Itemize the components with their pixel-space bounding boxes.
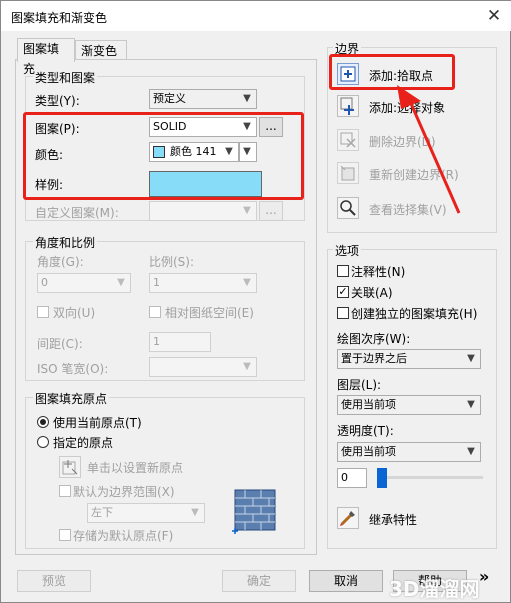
iso-label: ISO 笔宽(O): — [37, 362, 109, 376]
angle-scale-title: 角度和比例 — [33, 234, 98, 251]
angle-dropdown[interactable]: 0 ▼ — [37, 273, 131, 293]
chevron-down-icon: ▼ — [243, 277, 251, 288]
origin-preview-icon — [231, 489, 277, 535]
default-boundary-label: 默认为边界范围(X) — [73, 485, 175, 499]
transparency-value: 使用当前项 — [341, 445, 396, 458]
transparency-dropdown[interactable]: 使用当前项 ▼ — [337, 442, 481, 462]
ok-button[interactable]: 确定 — [222, 570, 296, 592]
chevron-down-icon: ▼ — [191, 507, 199, 518]
inherit-properties-label[interactable]: 继承特性 — [369, 511, 417, 528]
store-default-checkbox[interactable] — [59, 529, 71, 541]
chevron-down-icon: ▼ — [243, 205, 251, 216]
associative-label: 关联(A) — [351, 286, 393, 300]
separate-hatches-checkbox[interactable] — [337, 307, 349, 319]
custom-pattern-dropdown[interactable]: ▼ — [149, 201, 257, 221]
spacing-value: 1 — [153, 335, 160, 348]
iso-dropdown[interactable]: ▼ — [149, 357, 257, 377]
origin-position-value: 左下 — [91, 506, 113, 519]
draw-order-value: 置于边界之后 — [341, 352, 407, 365]
window-title: 图案填充和渐变色 — [11, 11, 108, 25]
tab-gradient[interactable]: 渐变色 — [75, 40, 127, 60]
chevron-down-icon: ▼ — [243, 93, 251, 104]
chevron-down-icon: ▼ — [117, 277, 125, 288]
store-default-label: 存储为默认原点(F) — [73, 529, 174, 543]
origin-title: 图案填充原点 — [33, 390, 110, 407]
transparency-slider-thumb[interactable] — [377, 468, 387, 488]
type-dropdown[interactable]: 预定义 ▼ — [149, 89, 257, 109]
type-pattern-title: 类型和图案 — [33, 69, 98, 86]
transparency-number-input[interactable]: 0 — [337, 468, 367, 488]
recreate-boundary-icon[interactable] — [337, 162, 359, 184]
options-title: 选项 — [333, 242, 362, 259]
highlight-box — [23, 112, 304, 200]
draw-order-dropdown[interactable]: 置于边界之后 ▼ — [337, 349, 481, 369]
double-label: 双向(U) — [53, 306, 96, 320]
draw-order-label: 绘图次序(W): — [337, 332, 411, 346]
transparency-slider-track — [377, 476, 483, 479]
layer-label: 图层(L): — [337, 378, 382, 392]
type-label: 类型(Y): — [35, 94, 80, 108]
layer-dropdown[interactable]: 使用当前项 ▼ — [337, 395, 481, 415]
use-current-origin-label: 使用当前原点(T) — [53, 416, 142, 430]
relative-checkbox[interactable] — [149, 306, 161, 318]
watermark: 3D溜溜网 — [389, 577, 480, 601]
transparency-label: 透明度(T): — [337, 424, 394, 438]
default-boundary-checkbox[interactable] — [59, 485, 71, 497]
associative-checkbox[interactable]: ✓ — [337, 286, 349, 298]
custom-browse-button[interactable]: ... — [259, 201, 283, 221]
annotation-arrow — [397, 85, 461, 214]
spacing-input[interactable]: 1 — [149, 332, 211, 352]
chevron-down-icon: ▼ — [243, 361, 251, 372]
more-options-icon[interactable]: » — [479, 567, 489, 586]
custom-pattern-label: 自定义图案(M): — [35, 206, 119, 220]
title-bar: 图案填充和渐变色 ✕ — [1, 1, 511, 31]
chevron-down-icon: ▼ — [467, 353, 475, 364]
angle-value: 0 — [41, 276, 48, 289]
hatch-dialog: 图案填充和渐变色 ✕ 图案填充 渐变色 类型和图案 类型(Y): 预定义 ▼ 图案… — [0, 0, 511, 603]
scale-dropdown[interactable]: 1 ▼ — [149, 273, 257, 293]
add-select-objects-icon[interactable] — [337, 95, 359, 117]
relative-label: 相对图纸空间(E) — [165, 306, 254, 320]
scale-value: 1 — [153, 276, 160, 289]
tab-gradient-label: 渐变色 — [81, 44, 118, 58]
use-current-origin-radio[interactable] — [37, 416, 49, 428]
inherit-properties-icon[interactable] — [337, 507, 359, 529]
tab-hatch[interactable]: 图案填充 — [17, 38, 75, 76]
cancel-button[interactable]: 取消 — [309, 570, 383, 592]
annotative-checkbox[interactable] — [337, 265, 349, 277]
double-checkbox[interactable] — [37, 306, 49, 318]
view-selection-icon[interactable] — [337, 197, 359, 219]
click-set-origin-label: 单击以设置新原点 — [87, 461, 184, 475]
preview-button[interactable]: 预览 — [17, 570, 91, 592]
transparency-number: 0 — [341, 471, 348, 484]
angle-label: 角度(G): — [37, 255, 84, 269]
scale-label: 比例(S): — [149, 255, 195, 269]
layer-value: 使用当前项 — [341, 398, 396, 411]
chevron-down-icon: ▼ — [467, 399, 475, 410]
type-value: 预定义 — [153, 92, 186, 105]
annotative-label: 注释性(N) — [351, 265, 406, 279]
origin-position-dropdown[interactable]: 左下 ▼ — [87, 503, 205, 523]
chevron-down-icon: ▼ — [467, 446, 475, 457]
spacing-label: 间距(C): — [37, 337, 83, 351]
set-origin-icon[interactable] — [59, 456, 81, 478]
specified-origin-radio[interactable] — [37, 436, 49, 448]
close-icon[interactable]: ✕ — [479, 3, 509, 29]
separate-hatches-label: 创建独立的图案填充(H) — [351, 307, 478, 321]
remove-boundary-icon[interactable] — [337, 129, 359, 151]
specified-origin-label: 指定的原点 — [53, 436, 114, 450]
